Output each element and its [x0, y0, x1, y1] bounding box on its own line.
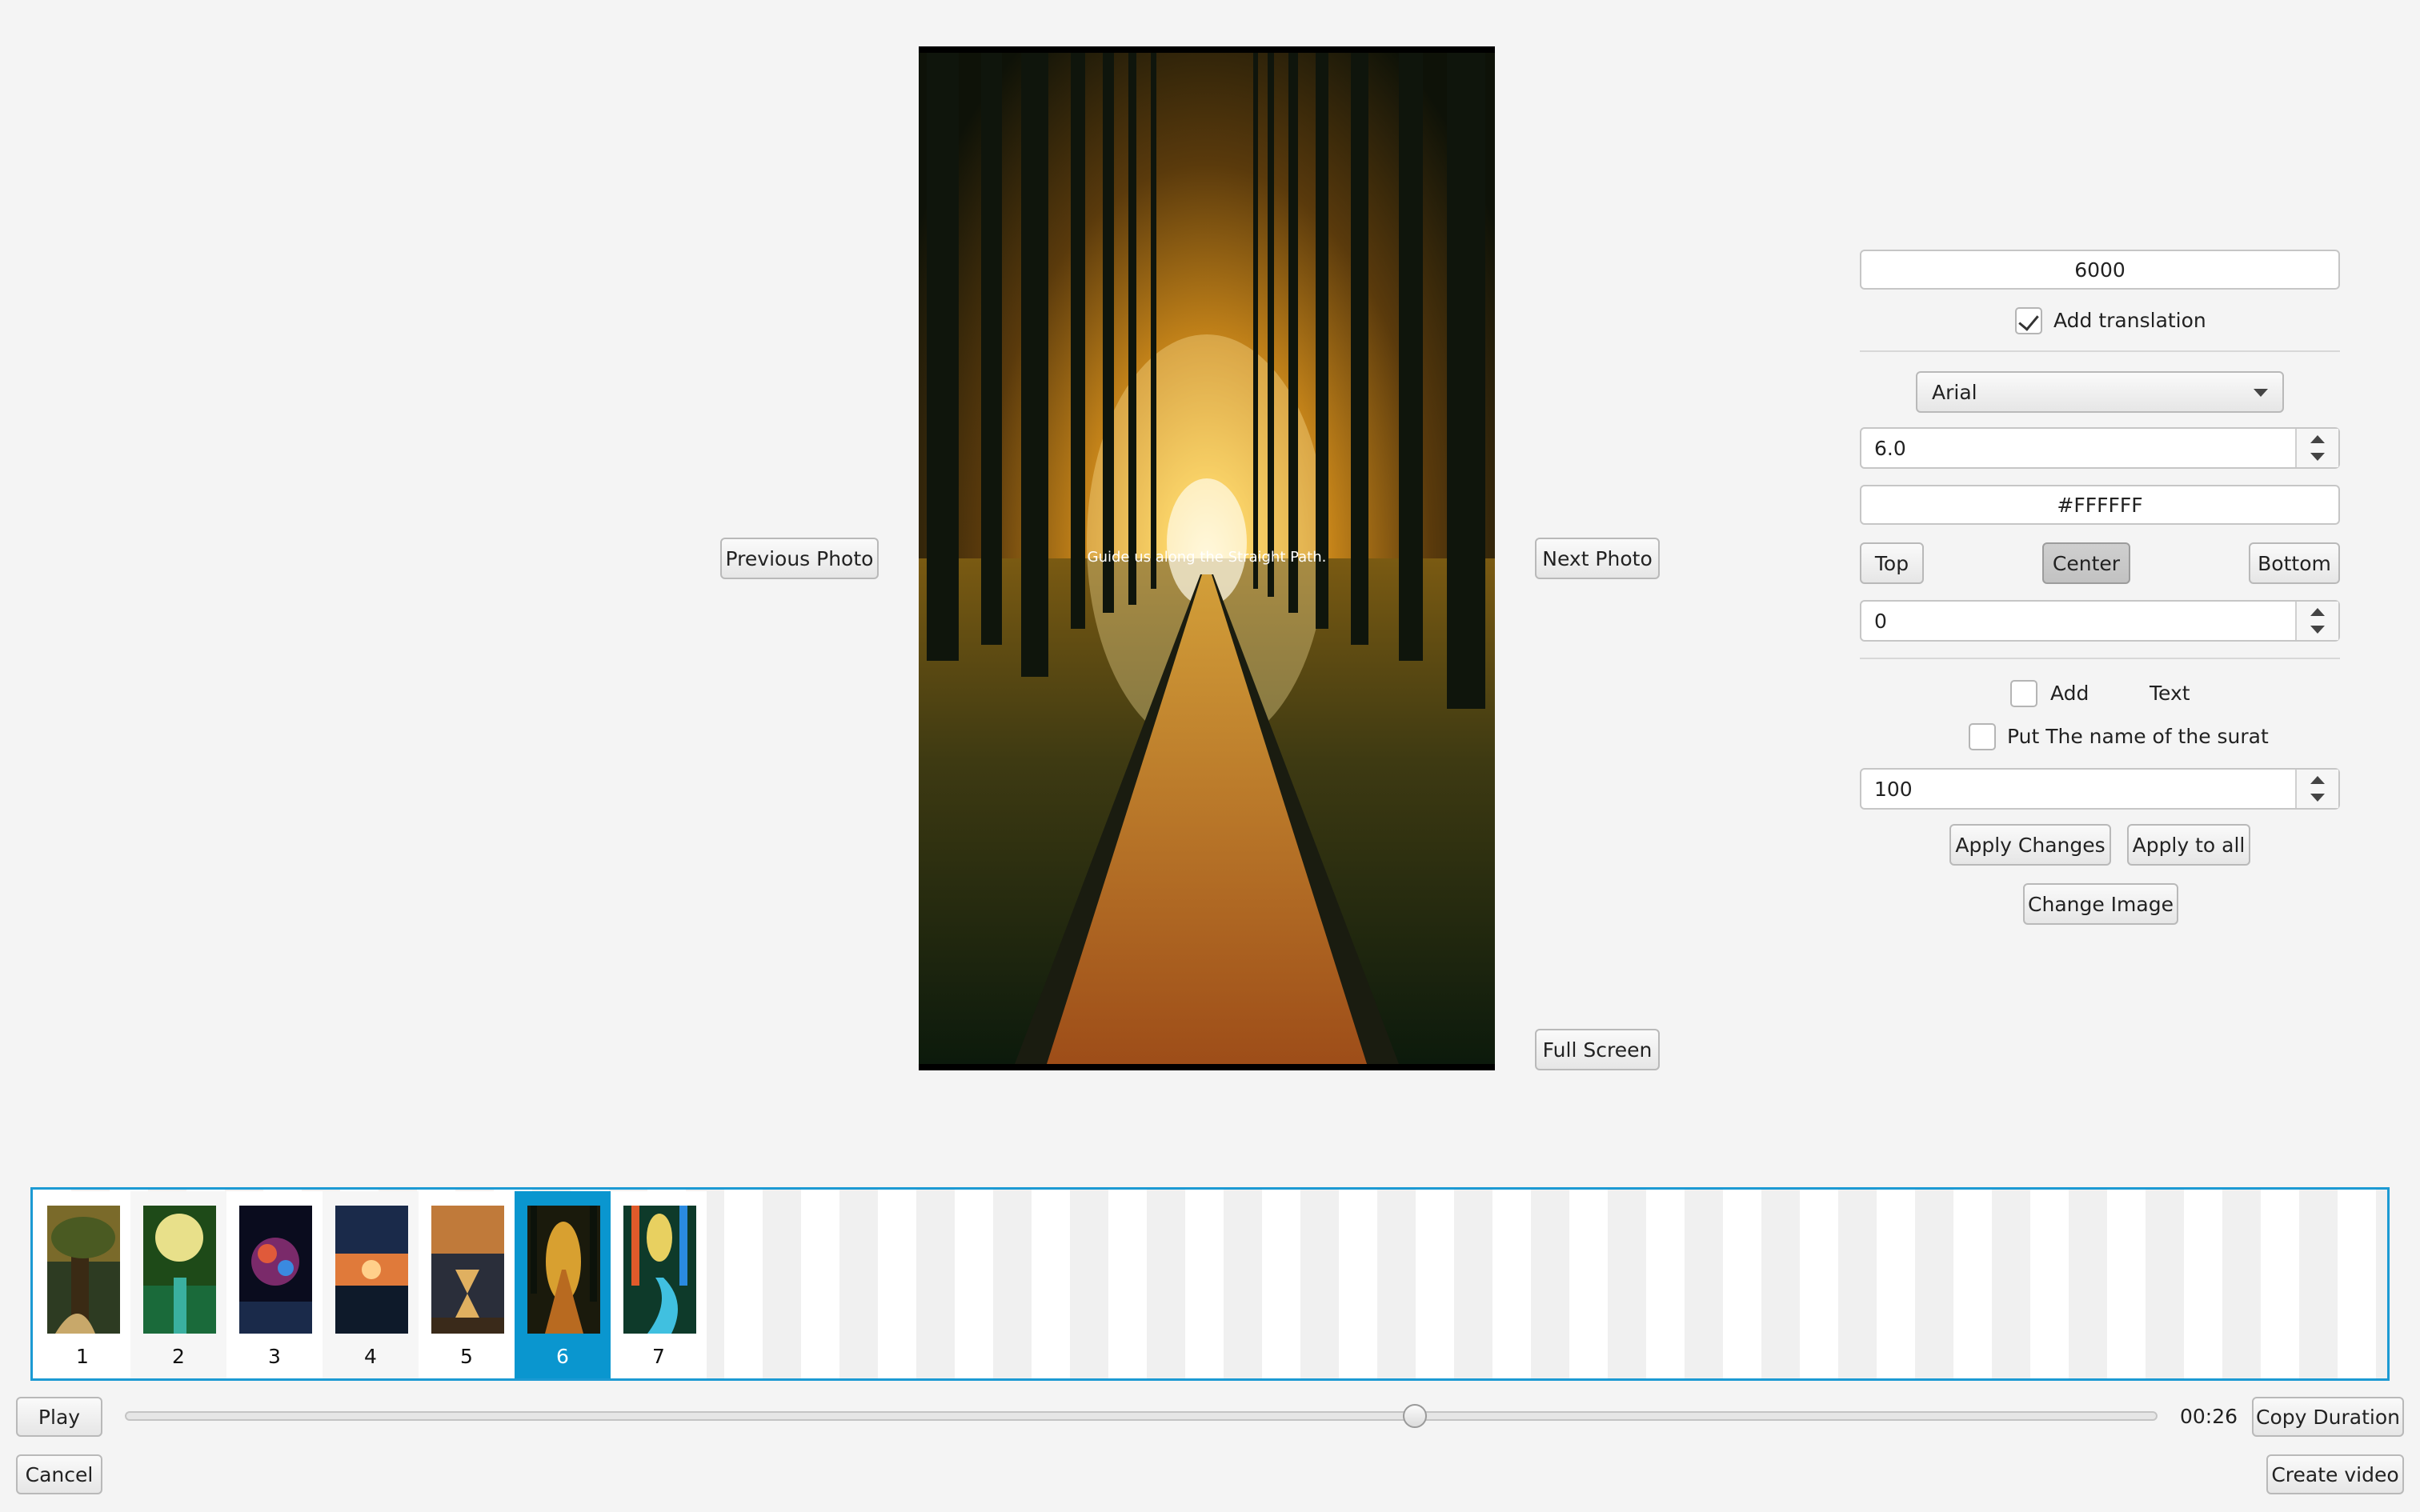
thumbnail-4[interactable]: 4	[323, 1191, 419, 1378]
thumbnail-6[interactable]: 6	[515, 1191, 611, 1378]
offset-value: 0	[1874, 609, 1887, 633]
chevron-down-icon	[2254, 389, 2268, 397]
filmstrip[interactable]: 1 2 3 4 5 6 7	[30, 1187, 2390, 1381]
add-text-checkbox[interactable]	[2010, 680, 2037, 707]
surat-name-checkbox[interactable]	[1969, 723, 1996, 750]
change-image-button[interactable]: Change Image	[2023, 883, 2178, 925]
timeline-slider[interactable]	[125, 1404, 2158, 1428]
previous-photo-button[interactable]: Previous Photo	[720, 538, 879, 579]
font-select-value: Arial	[1932, 380, 1977, 404]
thumbnail-7[interactable]: 7	[611, 1191, 707, 1378]
offset-stepper[interactable]: 0	[1860, 600, 2340, 642]
checkmark-icon	[2018, 310, 2039, 331]
position-bottom-button[interactable]: Bottom	[2249, 542, 2340, 584]
thumbnail-1[interactable]: 1	[34, 1191, 130, 1378]
thumbnail-number: 4	[364, 1345, 377, 1368]
position-center-button[interactable]: Center	[2042, 542, 2130, 584]
position-top-button[interactable]: Top	[1860, 542, 1924, 584]
decrement-icon[interactable]	[2310, 626, 2325, 634]
decrement-icon[interactable]	[2310, 794, 2325, 802]
thumbnail-5[interactable]: 5	[419, 1191, 515, 1378]
slider-thumb[interactable]	[1403, 1404, 1428, 1428]
divider	[1860, 658, 2340, 659]
apply-changes-button[interactable]: Apply Changes	[1949, 824, 2111, 866]
playback-time: 00:26	[2180, 1405, 2238, 1428]
duration-field[interactable]: 6000	[1860, 250, 2340, 290]
divider	[1860, 350, 2340, 352]
thumbnail-image	[239, 1206, 312, 1334]
stepper-arrows[interactable]	[2295, 770, 2338, 808]
thumbnail-3[interactable]: 3	[226, 1191, 323, 1378]
add-translation-label: Add translation	[2053, 309, 2206, 332]
thumbnail-image	[143, 1206, 216, 1334]
font-size-stepper[interactable]: 6.0	[1860, 427, 2340, 469]
text-color-field[interactable]: #FFFFFF	[1860, 485, 2340, 525]
apply-to-all-button[interactable]: Apply to all	[2127, 824, 2250, 866]
opacity-stepper[interactable]: 100	[1860, 768, 2340, 810]
play-button[interactable]: Play	[16, 1397, 102, 1437]
increment-icon[interactable]	[2310, 608, 2325, 616]
thumbnail-image	[623, 1206, 696, 1334]
font-select[interactable]: Arial	[1916, 371, 2284, 413]
opacity-value: 100	[1874, 777, 1913, 801]
thumbnail-number: 3	[268, 1345, 281, 1368]
thumbnail-number: 2	[172, 1345, 185, 1368]
surat-name-label: Put The name of the surat	[2007, 725, 2269, 748]
cancel-button[interactable]: Cancel	[16, 1454, 102, 1494]
increment-icon[interactable]	[2310, 776, 2325, 784]
thumbnail-image	[431, 1206, 504, 1334]
next-photo-button[interactable]: Next Photo	[1535, 538, 1660, 579]
thumbnail-image	[527, 1206, 600, 1334]
font-size-value: 6.0	[1874, 436, 1906, 460]
thumbnail-number: 6	[556, 1345, 569, 1368]
add-text-label-text: Text	[2150, 682, 2190, 705]
photo-preview: Guide us along the Straight Path.	[919, 46, 1495, 1070]
copy-duration-button[interactable]: Copy Duration	[2252, 1397, 2404, 1437]
add-text-label-add: Add	[2050, 682, 2089, 705]
thumbnail-image	[335, 1206, 408, 1334]
thumbnail-number: 5	[460, 1345, 473, 1368]
thumbnail-image	[47, 1206, 120, 1334]
thumbnail-2[interactable]: 2	[130, 1191, 226, 1378]
create-video-button[interactable]: Create video	[2266, 1454, 2404, 1494]
thumbnail-number: 7	[652, 1345, 665, 1368]
stepper-arrows[interactable]	[2295, 602, 2338, 640]
increment-icon[interactable]	[2310, 435, 2325, 443]
add-translation-checkbox[interactable]	[2015, 307, 2042, 334]
stepper-arrows[interactable]	[2295, 429, 2338, 467]
decrement-icon[interactable]	[2310, 453, 2325, 461]
thumbnail-number: 1	[76, 1345, 89, 1368]
caption-overlay: Guide us along the Straight Path.	[1087, 549, 1327, 566]
full-screen-button[interactable]: Full Screen	[1535, 1029, 1660, 1070]
